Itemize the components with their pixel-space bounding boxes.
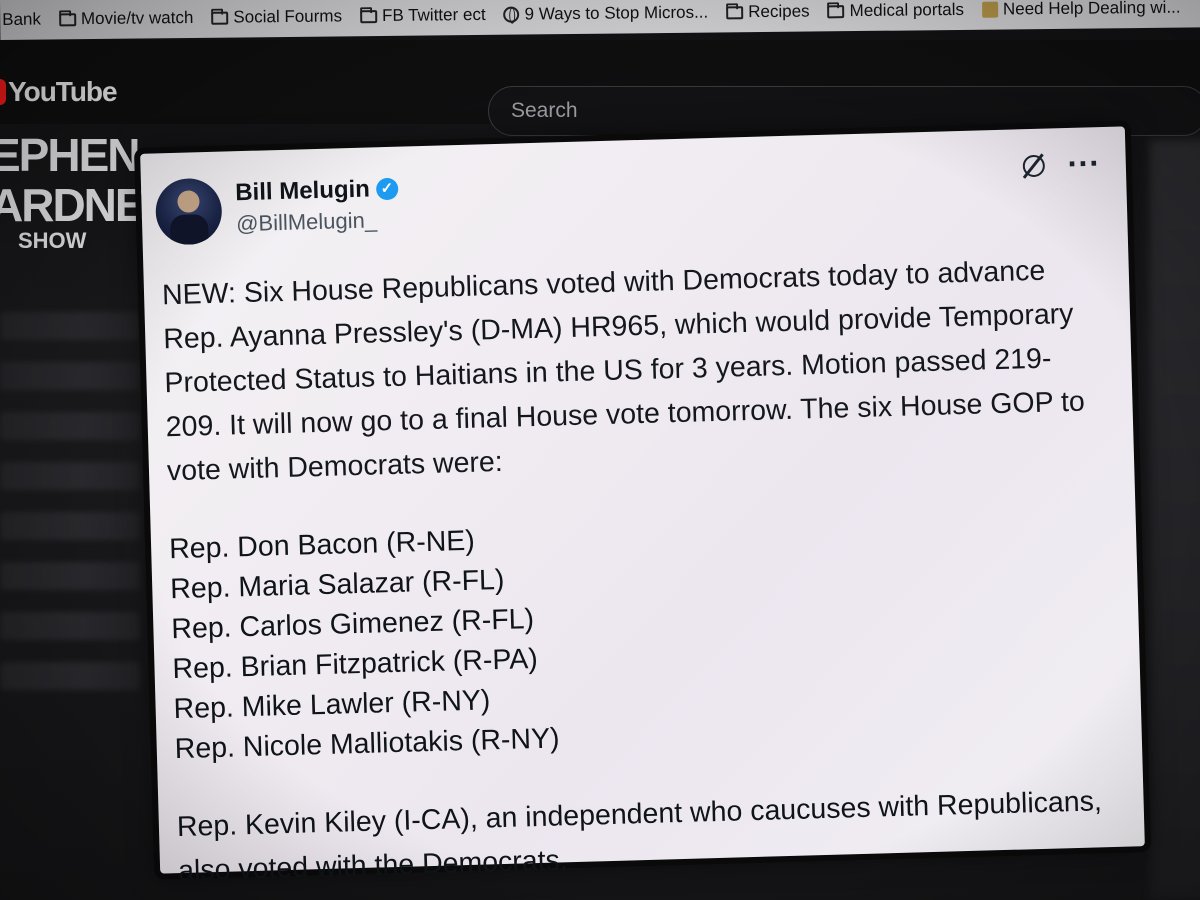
folder-icon [827, 4, 845, 18]
folder-icon [359, 9, 378, 23]
bookmark-medical-portals[interactable]: Medical portals [827, 0, 965, 21]
blurred-row [0, 512, 140, 540]
site-favicon-icon [981, 1, 999, 18]
bookmark-9-ways[interactable]: 9 Ways to Stop Micros... [503, 2, 709, 25]
tweet-text: NEW: Six House Republicans voted with De… [161, 254, 1094, 488]
channel-art-line: EPHEN [0, 129, 140, 181]
bookmark-label: Medical portals [849, 0, 965, 21]
screen: Bank Movie/tv watch Social Fourms FB Twi… [0, 0, 1200, 900]
bookmark-label: Bank [2, 9, 42, 29]
youtube-logo-text: YouTube [8, 76, 118, 107]
bookmark-recipes[interactable]: Recipes [726, 2, 810, 23]
bookmark-label: Need Help Dealing wi... [1002, 0, 1181, 19]
user-handle[interactable]: @BillMelugin_ [236, 207, 399, 238]
bookmark-label: FB Twitter ect [381, 4, 486, 25]
folder-icon [211, 11, 229, 25]
rep-list: Rep. Don Bacon (R-NE) Rep. Maria Salazar… [165, 503, 1120, 769]
blurred-row [0, 462, 140, 490]
background-blurred-content [1150, 140, 1200, 900]
bookmark-fb-twitter[interactable]: FB Twitter ect [359, 4, 486, 26]
bookmark-need-help[interactable]: Need Help Dealing wi... [981, 0, 1181, 20]
grok-icon[interactable] [1022, 154, 1046, 178]
display-name: Bill Melugin [234, 175, 371, 207]
tweet-actions: ··· [1022, 149, 1100, 180]
background-blurred-content [0, 290, 150, 900]
youtube-play-icon [0, 79, 6, 105]
blurred-row [0, 312, 140, 340]
tweet-footer-text: Rep. Kevin Kiley (I-CA), an independent … [176, 785, 1103, 888]
bookmark-label: Recipes [748, 1, 810, 22]
blurred-row [0, 662, 140, 690]
search-placeholder: Search [511, 99, 578, 122]
youtube-logo[interactable]: YouTube [0, 76, 118, 108]
channel-art-line: SHOW [18, 228, 87, 253]
tweet-header: Bill Melugin ✓ @BillMelugin_ ··· [154, 149, 1105, 246]
blurred-row [0, 362, 140, 390]
verified-badge-icon: ✓ [375, 177, 399, 201]
blurred-row [0, 412, 140, 440]
channel-art: EPHEN ARDNER SHOW [0, 129, 177, 290]
bookmark-movie-tv-watch[interactable]: Movie/tv watch [58, 7, 194, 29]
bookmark-label: Social Fourms [233, 6, 343, 27]
blurred-row [0, 612, 140, 640]
more-options-icon[interactable]: ··· [1067, 149, 1100, 180]
channel-art-line: ARDNER [0, 179, 177, 231]
globe-icon [503, 6, 520, 23]
tweet-author: Bill Melugin ✓ @BillMelugin_ [235, 175, 399, 238]
bookmarks-bar: Bank Movie/tv watch Social Fourms FB Twi… [0, 0, 1200, 40]
bookmark-label: Movie/tv watch [80, 7, 194, 29]
folder-icon [58, 12, 77, 26]
bookmark-social-fourms[interactable]: Social Fourms [211, 6, 342, 27]
display-name-row[interactable]: Bill Melugin ✓ [234, 175, 399, 208]
youtube-header: YouTube Search [0, 40, 1200, 136]
folder-icon [726, 5, 744, 19]
tweet-card[interactable]: Bill Melugin ✓ @BillMelugin_ ··· NEW: Si… [140, 126, 1145, 887]
bookmark-label: 9 Ways to Stop Micros... [524, 2, 709, 24]
bookmark-bank[interactable]: Bank [2, 10, 41, 30]
avatar[interactable] [154, 177, 223, 246]
blurred-row [0, 562, 140, 590]
